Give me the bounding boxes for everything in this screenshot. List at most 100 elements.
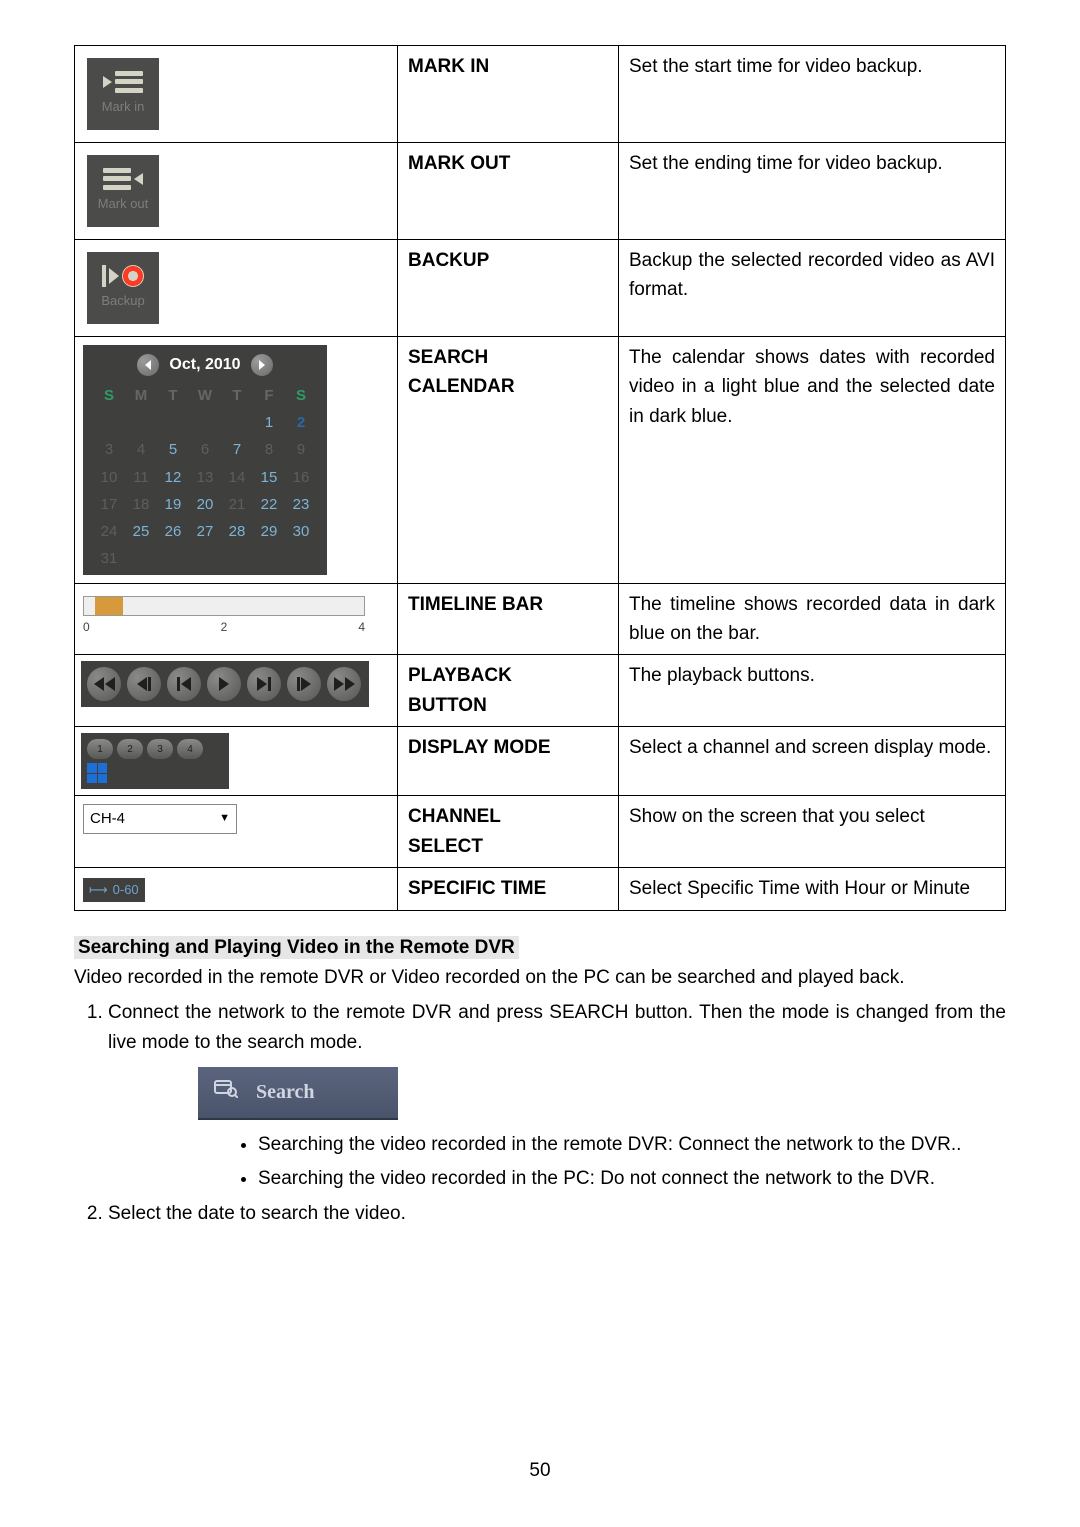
calendar-day[interactable]: 4 <box>125 438 157 461</box>
step-forward-button[interactable] <box>287 667 321 701</box>
desc-mark-out: Set the ending time for video backup. <box>619 143 1006 240</box>
name-timeline: TIMELINE BAR <box>398 583 619 655</box>
next-button[interactable] <box>247 667 281 701</box>
icon-cell-display-mode: 1234 <box>75 727 398 796</box>
name-specific-time: SPECIFIC TIME <box>398 868 619 911</box>
calendar-day[interactable]: 10 <box>93 466 125 489</box>
icon-cell-mark-out: Mark out <box>75 143 398 240</box>
calendar-dow: W <box>189 384 221 407</box>
calendar-day[interactable]: 18 <box>125 493 157 516</box>
name-line2: CALENDAR <box>408 376 515 397</box>
desc-backup: Backup the selected recorded video as AV… <box>619 240 1006 337</box>
calendar-day[interactable]: 2 <box>285 411 317 434</box>
icon-cell-channel-select: CH-4 ▼ <box>75 796 398 868</box>
backup-icon: Backup <box>87 252 159 324</box>
calendar-day[interactable]: 17 <box>93 493 125 516</box>
calendar-day[interactable]: 27 <box>189 520 221 543</box>
display-mode-button[interactable]: 3 <box>147 739 173 759</box>
timeline-tick-label: 0 <box>83 618 90 637</box>
search-icon <box>214 1077 238 1108</box>
body-text: Searching and Playing Video in the Remot… <box>74 933 1006 1228</box>
calendar-day[interactable]: 24 <box>93 520 125 543</box>
name-line1: CHANNEL <box>408 806 501 827</box>
calendar-day[interactable]: 3 <box>93 438 125 461</box>
mark-out-icon: Mark out <box>87 155 159 227</box>
calendar-day[interactable]: 6 <box>189 438 221 461</box>
step-back-button[interactable] <box>127 667 161 701</box>
calendar-day[interactable]: 20 <box>189 493 221 516</box>
calendar-day[interactable]: 25 <box>125 520 157 543</box>
name-line1: SEARCH <box>408 347 488 368</box>
desc-timeline: The timeline shows recorded data in dark… <box>619 583 1006 655</box>
calendar-prev-button[interactable] <box>137 354 159 376</box>
chevron-right-icon <box>259 360 265 370</box>
display-mode-button[interactable]: 1 <box>87 739 113 759</box>
calendar-day[interactable]: 9 <box>285 438 317 461</box>
desc-specific-time: Select Specific Time with Hour or Minute <box>619 868 1006 911</box>
channel-select-value: CH-4 <box>90 807 125 830</box>
calendar-day[interactable]: 21 <box>221 493 253 516</box>
name-line2: SELECT <box>408 836 483 857</box>
icon-cell-specific-time: ⟼ 0-60 <box>75 868 398 911</box>
calendar-day[interactable]: 12 <box>157 466 189 489</box>
fast-rewind-button[interactable] <box>87 667 121 701</box>
calendar-day[interactable]: 1 <box>253 411 285 434</box>
calendar-day[interactable]: 16 <box>285 466 317 489</box>
icon-label: Mark out <box>98 194 149 214</box>
list-icon <box>103 168 131 190</box>
calendar-day[interactable]: 5 <box>157 438 189 461</box>
calendar-title: Oct, 2010 <box>169 353 240 378</box>
range-icon: ⟼ <box>89 880 107 900</box>
bullet-2: Searching the video recorded in the PC: … <box>258 1164 1006 1193</box>
calendar-day[interactable]: 31 <box>93 547 125 570</box>
icon-label: Backup <box>101 291 144 311</box>
icon-label: Mark in <box>102 97 145 117</box>
page-number: 50 <box>0 1460 1080 1482</box>
timeline-tick-label: 2 <box>221 618 228 637</box>
play-button[interactable] <box>207 667 241 701</box>
bullet-1: Searching the video recorded in the remo… <box>258 1130 1006 1159</box>
name-mark-out: MARK OUT <box>398 143 619 240</box>
calendar-day[interactable]: 23 <box>285 493 317 516</box>
search-button[interactable]: Search <box>198 1067 398 1120</box>
calendar-day[interactable]: 28 <box>221 520 253 543</box>
icon-cell-playback <box>75 655 398 727</box>
calendar-day[interactable]: 19 <box>157 493 189 516</box>
prev-button[interactable] <box>167 667 201 701</box>
fast-forward-button[interactable] <box>327 667 361 701</box>
icon-cell-backup: Backup <box>75 240 398 337</box>
display-mode-button[interactable]: 2 <box>117 739 143 759</box>
calendar-day[interactable]: 30 <box>285 520 317 543</box>
display-mode-buttons: 1234 <box>81 733 229 789</box>
specific-time-control[interactable]: ⟼ 0-60 <box>83 878 145 902</box>
calendar-day[interactable]: 26 <box>157 520 189 543</box>
specific-time-value: 0-60 <box>113 880 139 900</box>
grid-mode-button[interactable] <box>87 763 107 783</box>
calendar-day[interactable]: 13 <box>189 466 221 489</box>
calendar-dow: M <box>125 384 157 407</box>
name-playback: PLAYBACK BUTTON <box>398 655 619 727</box>
arrow-right-icon <box>103 76 112 88</box>
display-mode-button[interactable]: 4 <box>177 739 203 759</box>
search-calendar: Oct, 2010 SMTWTFS.....123456789101112131… <box>83 345 327 575</box>
name-channel-select: CHANNEL SELECT <box>398 796 619 868</box>
step-1: Connect the network to the remote DVR an… <box>108 998 1006 1193</box>
chevron-left-icon <box>145 360 151 370</box>
calendar-day[interactable]: 15 <box>253 466 285 489</box>
calendar-day[interactable]: 29 <box>253 520 285 543</box>
icon-cell-calendar: Oct, 2010 SMTWTFS.....123456789101112131… <box>75 337 398 584</box>
calendar-next-button[interactable] <box>251 354 273 376</box>
calendar-day[interactable]: 11 <box>125 466 157 489</box>
section-intro: Video recorded in the remote DVR or Vide… <box>74 963 1006 992</box>
desc-channel-select: Show on the screen that you select <box>619 796 1006 868</box>
calendar-dow: F <box>253 384 285 407</box>
channel-select-dropdown[interactable]: CH-4 ▼ <box>83 804 237 833</box>
calendar-day[interactable]: 22 <box>253 493 285 516</box>
name-search-calendar: SEARCH CALENDAR <box>398 337 619 584</box>
calendar-day[interactable]: 14 <box>221 466 253 489</box>
calendar-day[interactable]: 8 <box>253 438 285 461</box>
calendar-day[interactable]: 7 <box>221 438 253 461</box>
calendar-dow: S <box>285 384 317 407</box>
timeline-bar[interactable] <box>83 596 365 616</box>
desc-playback: The playback buttons. <box>619 655 1006 727</box>
